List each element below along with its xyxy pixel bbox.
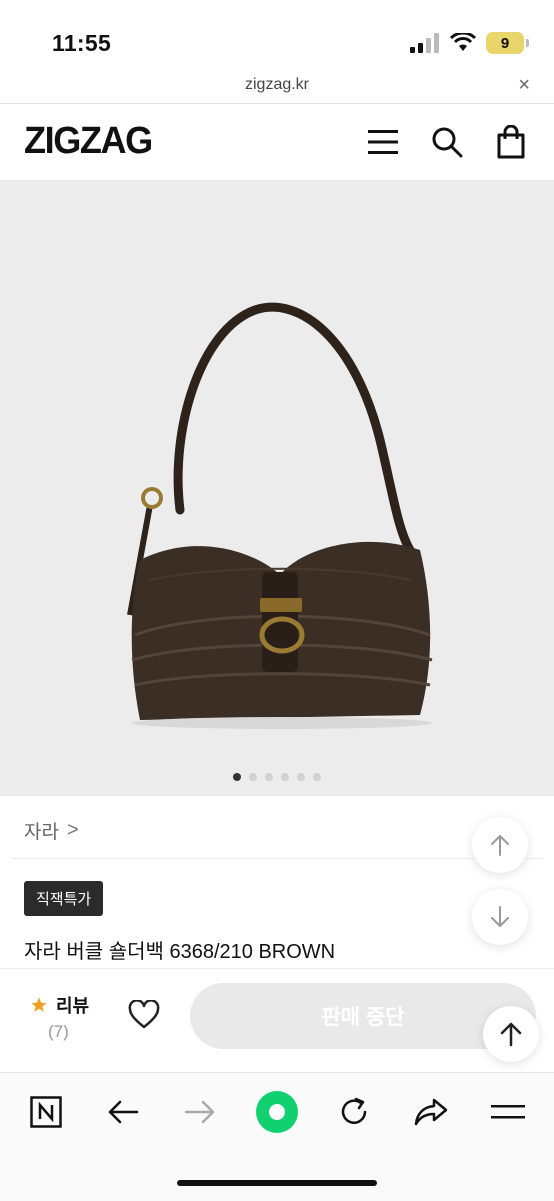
divider bbox=[0, 968, 554, 969]
divider bbox=[12, 858, 542, 859]
status-icons: 9 bbox=[410, 32, 529, 54]
product-title: 자라 버클 숄더백 6368/210 BROWN bbox=[24, 941, 336, 963]
share-icon[interactable] bbox=[409, 1090, 453, 1134]
brand-name: 자라 bbox=[24, 822, 59, 843]
green-dot-icon[interactable] bbox=[255, 1090, 299, 1134]
review-count: (7) bbox=[48, 1022, 69, 1041]
promo-badge: 직잭특가 bbox=[24, 881, 104, 916]
pagination-dot[interactable] bbox=[297, 773, 305, 781]
arrow-up-icon bbox=[500, 1022, 522, 1047]
divider bbox=[0, 103, 554, 104]
search-icon[interactable] bbox=[430, 124, 464, 160]
scroll-up-button[interactable] bbox=[472, 817, 528, 873]
chevron-right-icon: > bbox=[66, 819, 79, 841]
wifi-icon bbox=[450, 33, 476, 51]
star-icon bbox=[31, 997, 47, 1012]
close-icon[interactable]: × bbox=[518, 74, 530, 97]
pagination-dot[interactable] bbox=[281, 773, 289, 781]
menu-icon[interactable] bbox=[366, 124, 400, 160]
image-pagination bbox=[0, 773, 554, 781]
refresh-icon[interactable] bbox=[332, 1090, 376, 1134]
scroll-down-button[interactable] bbox=[472, 889, 528, 945]
battery-indicator: 9 bbox=[486, 32, 529, 54]
shopping-bag-icon[interactable] bbox=[494, 124, 528, 160]
review-label: 리뷰 bbox=[56, 996, 90, 1016]
menu-lines-icon[interactable] bbox=[486, 1090, 530, 1134]
product-image[interactable] bbox=[0, 180, 554, 796]
forward-arrow-icon[interactable] bbox=[178, 1090, 222, 1134]
scroll-top-button[interactable] bbox=[483, 1006, 539, 1062]
pagination-dot[interactable] bbox=[265, 773, 273, 781]
pagination-dot[interactable] bbox=[249, 773, 257, 781]
url-text[interactable]: zigzag.kr bbox=[0, 76, 554, 94]
status-time: 11:55 bbox=[52, 30, 112, 56]
naver-n-icon[interactable] bbox=[24, 1090, 68, 1134]
review-link[interactable]: 리뷰 bbox=[30, 992, 89, 1018]
pagination-dot[interactable] bbox=[233, 773, 241, 781]
logo[interactable]: ZIGZAG bbox=[24, 120, 153, 163]
pagination-dot[interactable] bbox=[313, 773, 321, 781]
back-arrow-icon[interactable] bbox=[101, 1090, 145, 1134]
arrow-up-icon bbox=[491, 835, 509, 856]
wishlist-heart-icon[interactable] bbox=[128, 999, 160, 1035]
home-indicator bbox=[177, 1180, 377, 1186]
signal-icon bbox=[410, 33, 439, 53]
brand-link[interactable]: 자라 > bbox=[24, 817, 79, 844]
bag-illustration bbox=[127, 302, 433, 729]
arrow-down-icon bbox=[491, 906, 509, 927]
